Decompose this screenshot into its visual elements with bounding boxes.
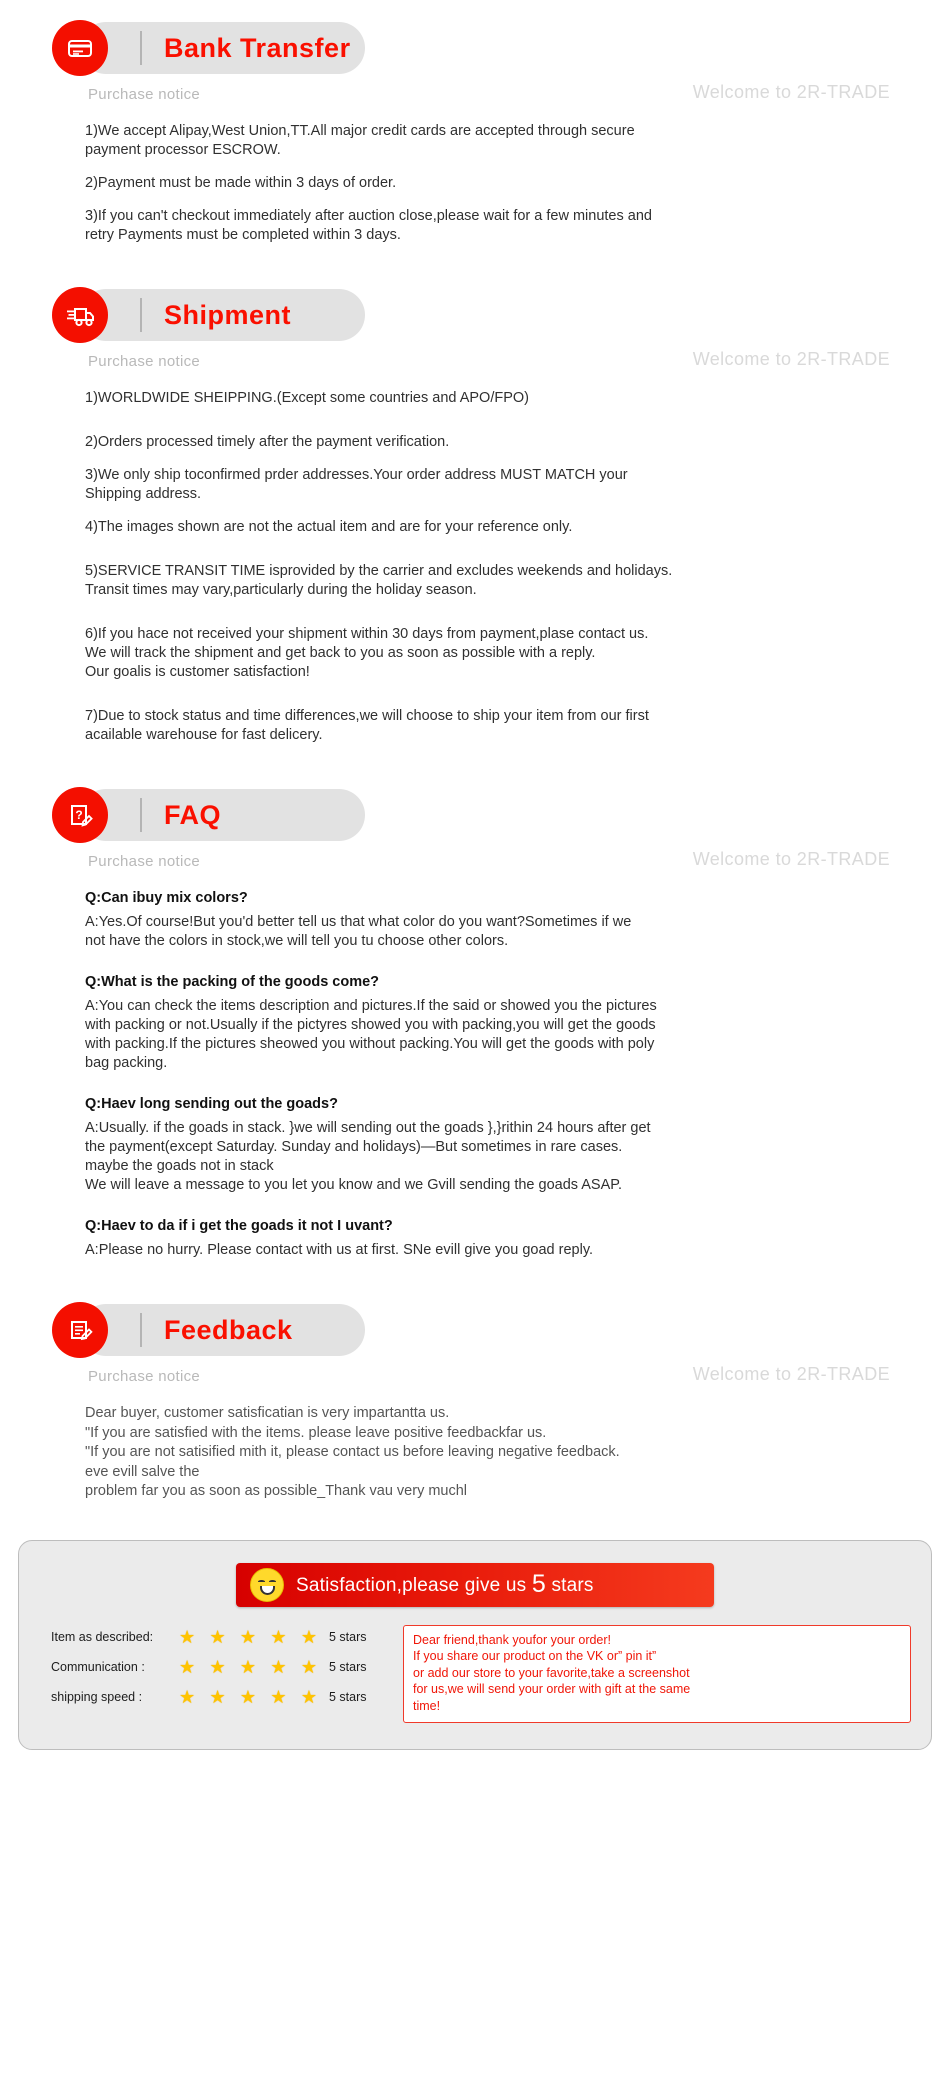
rating-value: 5 stars [329,1690,367,1704]
rating-row: Item as described: ★ ★ ★ ★ ★ 5 stars [51,1625,387,1650]
faq-answer: A:Please no hurry. Please contact with u… [85,1242,594,1258]
divider [140,798,142,832]
rating-row: Communication : ★ ★ ★ ★ ★ 5 stars [51,1655,387,1680]
promo-text: Dear friend,thank youfor your order! If … [413,1632,691,1713]
bank-pill: Bank Transfer [80,22,365,74]
subheader-feedback: Purchase notice Welcome to 2R-TRADE [88,1364,950,1392]
feedback-pill: Feedback [80,1304,365,1356]
shipment-para-6: 6)If you hace not received your shipment… [85,626,649,680]
rating-panel: Satisfaction,please give us 5 stars Item… [18,1539,932,1750]
faq-question: Q:What is the packing of the goods come? [85,974,380,990]
star-group[interactable]: ★ ★ ★ ★ ★ [179,1628,329,1646]
star-icon[interactable]: ★ [270,1628,286,1646]
star-group[interactable]: ★ ★ ★ ★ ★ [179,1688,329,1706]
faq-answer: A:You can check the items description an… [85,998,657,1071]
star-icon[interactable]: ★ [240,1628,256,1646]
section-header-feedback: Feedback [52,1302,950,1360]
feedback-text: Dear buyer, customer satisficatian is ve… [85,1405,620,1499]
purchase-notice-label: Purchase notice [88,853,201,870]
star-icon[interactable]: ★ [179,1688,195,1706]
star-icon[interactable]: ★ [301,1688,317,1706]
faq-answer: A:Yes.Of course!But you'd better tell us… [85,914,632,949]
faq-pill: FAQ [80,789,365,841]
star-icon[interactable]: ★ [209,1658,225,1676]
subheader-shipment: Purchase notice Welcome to 2R-TRADE [88,349,950,377]
purchase-notice-label: Purchase notice [88,353,201,370]
section-title-bank: Bank Transfer [164,32,351,63]
shipment-para-2: 2)Orders processed timely after the paym… [85,434,450,450]
welcome-text: Welcome to 2R-TRADE [692,82,890,102]
bank-para-3: 3)If you can't checkout immediately afte… [85,208,652,243]
subheader-faq: Purchase notice Welcome to 2R-TRADE [88,849,950,877]
divider [140,31,142,65]
star-group[interactable]: ★ ★ ★ ★ ★ [179,1658,329,1676]
star-icon[interactable]: ★ [240,1688,256,1706]
shipment-para-5: 5)SERVICE TRANSIT TIME isprovided by the… [85,563,673,598]
faq-question: Q:Can ibuy mix colors? [85,890,248,906]
delivery-truck-icon [52,287,108,343]
welcome-text: Welcome to 2R-TRADE [692,849,890,869]
edit-document-icon [52,1302,108,1358]
divider [140,298,142,332]
divider [140,1313,142,1347]
bank-para-2: 2)Payment must be made within 3 days of … [85,175,397,191]
purchase-notice-label: Purchase notice [88,1368,201,1385]
section-title-shipment: Shipment [164,299,292,330]
shipment-body: 1)WORLDWIDE SHEIPPING.(Except some count… [85,389,950,745]
star-icon[interactable]: ★ [209,1628,225,1646]
section-title-feedback: Feedback [164,1314,293,1345]
bank-para-1: 1)We accept Alipay,West Union,TT.All maj… [85,123,635,158]
rating-label: Item as described: [51,1630,154,1644]
rating-label: shipping speed : [51,1690,143,1704]
faq-question: Q:Haev long sending out the goads? [85,1096,338,1112]
rating-body: Item as described: ★ ★ ★ ★ ★ 5 stars Com… [39,1624,911,1723]
section-header-shipment: Shipment [52,287,950,345]
rating-table: Item as described: ★ ★ ★ ★ ★ 5 stars Com… [51,1625,387,1715]
section-title-faq: FAQ [164,799,222,830]
svg-text:?: ? [75,808,82,822]
shipment-para-4: 4)The images shown are not the actual it… [85,519,573,535]
rating-banner-text: Satisfaction,please give us 5 stars [296,1570,594,1599]
shipment-para-1: 1)WORLDWIDE SHEIPPING.(Except some count… [85,390,529,406]
rating-banner: Satisfaction,please give us 5 stars [236,1562,714,1607]
faq-answer: A:Usually. if the goads in stack. }we wi… [85,1120,651,1193]
banner-prefix: Satisfaction,please give us [296,1575,532,1596]
smiley-face-icon [250,1567,284,1602]
welcome-text: Welcome to 2R-TRADE [692,349,890,369]
purchase-notice-label: Purchase notice [88,86,201,103]
subheader-bank: Purchase notice Welcome to 2R-TRADE [88,82,950,110]
bank-body: 1)We accept Alipay,West Union,TT.All maj… [85,122,950,245]
star-icon[interactable]: ★ [209,1688,225,1706]
star-icon[interactable]: ★ [301,1628,317,1646]
promo-box: Dear friend,thank youfor your order! If … [403,1624,911,1723]
feedback-body: Dear buyer, customer satisficatian is ve… [85,1404,950,1502]
shipment-para-7: 7)Due to stock status and time differenc… [85,708,649,743]
banner-suffix: stars [545,1575,594,1596]
credit-card-icon [52,20,108,76]
banner-number: 5 [531,1570,546,1598]
question-document-icon: ? [52,787,108,843]
rating-label: Communication : [51,1660,145,1674]
star-icon[interactable]: ★ [179,1658,195,1676]
policy-page: Bank Transfer Purchase notice Welcome to… [0,0,950,2093]
section-header-faq: FAQ ? [52,787,950,845]
star-icon[interactable]: ★ [270,1658,286,1676]
rating-value: 5 stars [329,1630,367,1644]
rating-value: 5 stars [329,1660,367,1674]
welcome-text: Welcome to 2R-TRADE [692,1364,890,1384]
shipment-para-3: 3)We only ship toconfirmed prder address… [85,467,628,502]
rating-row: shipping speed : ★ ★ ★ ★ ★ 5 stars [51,1685,387,1710]
star-icon[interactable]: ★ [270,1688,286,1706]
star-icon[interactable]: ★ [179,1628,195,1646]
faq-body: Q:Can ibuy mix colors? A:Yes.Of course!B… [85,889,950,1260]
section-header-bank: Bank Transfer [52,20,950,78]
faq-question: Q:Haev to da if i get the goads it not I… [85,1218,393,1234]
shipment-pill: Shipment [80,289,365,341]
star-icon[interactable]: ★ [301,1658,317,1676]
star-icon[interactable]: ★ [240,1658,256,1676]
